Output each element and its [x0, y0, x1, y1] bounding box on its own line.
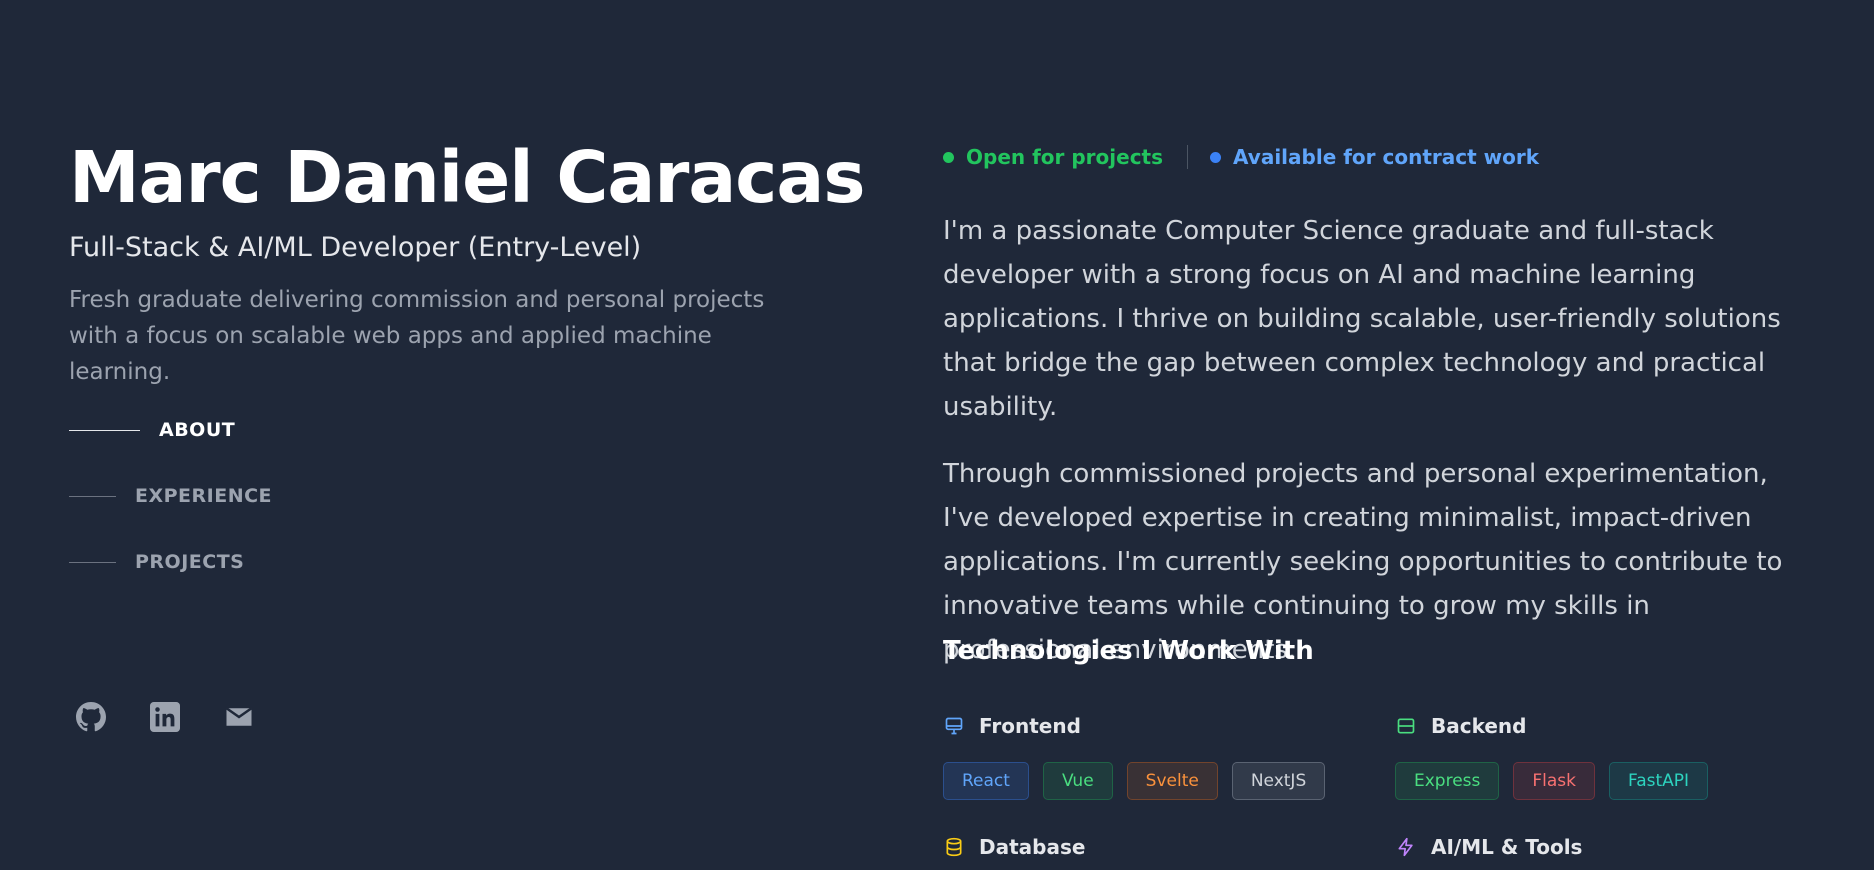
linkedin-icon[interactable]	[150, 702, 180, 732]
tech-chip-nextjs: NextJS	[1231, 762, 1326, 800]
tech-category-backend: Backend Express Flask FastAPI	[1395, 711, 1825, 800]
nav-item-projects[interactable]: PROJECTS	[69, 542, 272, 582]
profile-column: Marc Daniel Caracas Full-Stack & AI/ML D…	[69, 0, 866, 870]
status-contract: Available for contract work	[1210, 145, 1539, 169]
lightning-icon	[1395, 836, 1417, 858]
tech-category-frontend: Frontend React Vue Svelte NextJS	[943, 711, 1373, 800]
about-column: Open for projects Available for contract…	[943, 0, 1793, 870]
nav-item-about[interactable]: ABOUT	[69, 410, 272, 450]
status-contract-label: Available for contract work	[1233, 145, 1540, 169]
tech-chip-express: Express	[1395, 762, 1500, 800]
about-bio: I'm a passionate Computer Science gradua…	[943, 209, 1803, 695]
tech-chip-react: React	[943, 762, 1029, 800]
profile-role: Full-Stack & AI/ML Developer (Entry-Leve…	[69, 232, 642, 263]
tech-chip-svelte: Svelte	[1126, 762, 1218, 800]
status-dot-icon	[943, 151, 954, 163]
technologies-title: Technologies I Work With	[943, 636, 1314, 666]
monitor-icon	[943, 715, 965, 737]
social-links	[76, 702, 254, 732]
nav-indicator-line	[69, 561, 116, 563]
tech-category-name: Frontend	[979, 714, 1081, 738]
tech-chip-flask: Flask	[1513, 762, 1596, 800]
tech-chip-fastapi: FastAPI	[1609, 762, 1709, 800]
github-icon[interactable]	[76, 702, 106, 732]
nav-item-label: EXPERIENCE	[135, 485, 273, 507]
status-open-label: Open for projects	[966, 145, 1164, 169]
nav-item-experience[interactable]: EXPERIENCE	[69, 476, 272, 516]
nav-indicator-line	[69, 429, 140, 431]
tech-category-name: AI/ML & Tools	[1431, 835, 1583, 859]
profile-tagline: Fresh graduate delivering commission and…	[69, 287, 765, 385]
tech-category-database: Database	[943, 832, 1373, 862]
server-icon	[1395, 715, 1417, 737]
nav-item-label: ABOUT	[159, 419, 236, 441]
tech-category-name: Database	[979, 835, 1086, 859]
profile-name: Marc Daniel Caracas	[69, 136, 866, 219]
database-icon	[943, 836, 965, 858]
tech-chip-vue: Vue	[1042, 762, 1113, 800]
nav-item-label: PROJECTS	[135, 551, 245, 573]
status-divider	[1187, 145, 1189, 169]
status-dot-icon	[1210, 151, 1222, 163]
availability-status: Open for projects Available for contract…	[943, 145, 1539, 169]
tech-category-aiml: AI/ML & Tools	[1395, 832, 1825, 862]
section-nav: ABOUT EXPERIENCE PROJECTS	[69, 410, 272, 608]
bio-paragraph: I'm a passionate Computer Science gradua…	[943, 216, 1781, 422]
tech-category-name: Backend	[1431, 714, 1527, 738]
nav-indicator-line	[69, 495, 116, 497]
status-open: Open for projects	[943, 145, 1163, 169]
mail-icon[interactable]	[224, 702, 254, 732]
